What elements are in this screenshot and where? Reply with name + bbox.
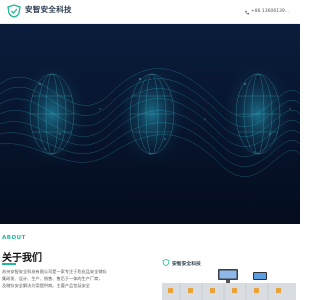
about-label: ABOUT — [2, 235, 26, 241]
shield-check-icon[interactable] — [6, 4, 22, 18]
phone-number[interactable]: +86 13606139... — [251, 9, 289, 14]
network-wave-graphic — [0, 24, 300, 224]
about-title: 关于我们 — [2, 253, 42, 264]
phone-icon — [245, 10, 250, 15]
about-underline — [2, 263, 16, 265]
storage-cabinet-graphic — [162, 269, 296, 300]
about-paragraph-line: 集研发、设计、生产、销售、售后于一体的生产厂商， — [2, 276, 103, 281]
site-header: 安智安全科技 +86 13606139... — [0, 0, 300, 24]
about-paragraph-line: 及储存安全解决方案提供商。主要产品包括安全 — [2, 283, 90, 288]
about-description: 苏州安智安全科技有限公司是一家专注于危化品安全储存 集研发、设计、生产、销售、售… — [2, 268, 130, 289]
about-paragraph-line: 苏州安智安全科技有限公司是一家专注于危化品安全储存 — [2, 269, 107, 274]
site-brand[interactable]: 安智安全科技 — [25, 4, 72, 15]
hero-banner — [0, 24, 300, 224]
product-image: 安智安全科技 — [158, 257, 300, 300]
